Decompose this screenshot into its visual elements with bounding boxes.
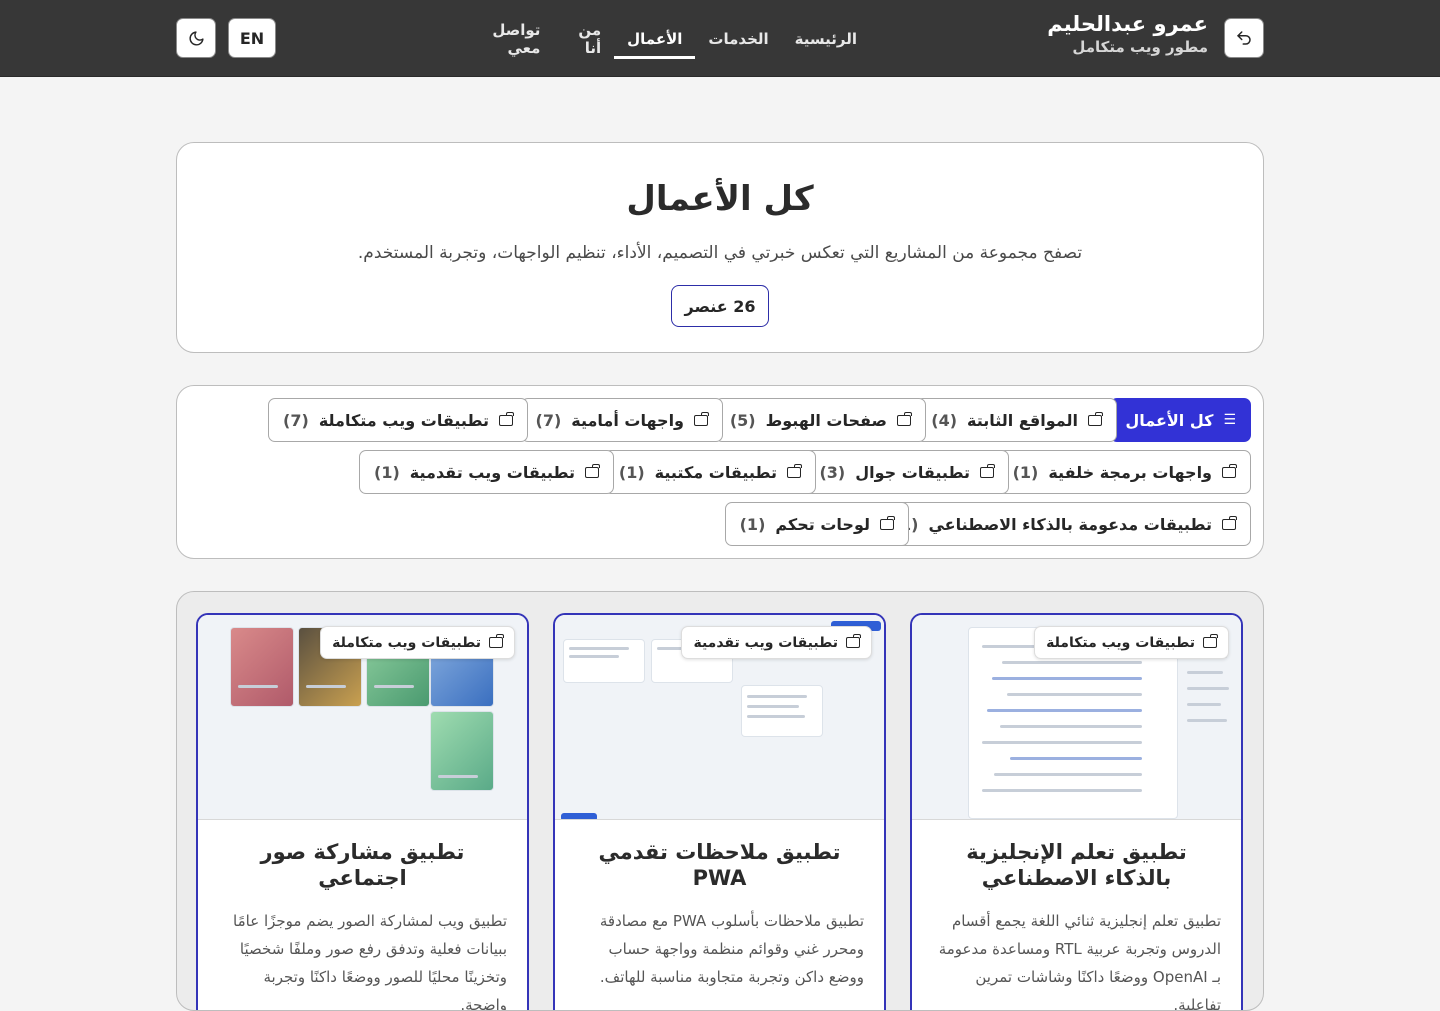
category-filters: ☰ كل الأعمال المواقع الثابتة (4) صفحات ا… — [176, 385, 1264, 559]
filter-label: واجهات برمجة خلفية — [1048, 462, 1212, 482]
filter-count: (7) — [535, 410, 562, 430]
category-label: تطبيقات ويب متكاملة — [332, 634, 481, 651]
project-card[interactable]: تطبيقات ويب تقدمية تطبيق ملاحظات تقدمي P… — [553, 613, 886, 1010]
filter-label: تطبيقات ويب تقدمية — [409, 462, 575, 482]
filter-static-sites[interactable]: المواقع الثابتة (4) — [916, 398, 1117, 442]
folder-icon — [880, 515, 895, 530]
folder-icon — [489, 634, 504, 648]
filter-mobile-apps[interactable]: تطبيقات جوال (3) — [804, 450, 1009, 494]
project-description: تطبيق تعلم إنجليزية ثنائي اللغة يجمع أقس… — [938, 912, 1221, 1011]
folder-icon — [1222, 463, 1237, 478]
filter-label: تطبيقات مكتبية — [654, 462, 777, 482]
filter-count: (1) — [374, 462, 400, 482]
filter-ai-apps[interactable]: تطبيقات مدعومة بالذكاء الاصطناعي (1) — [877, 502, 1251, 546]
filter-label: المواقع الثابتة — [967, 410, 1078, 430]
project-category-tag: تطبيقات ويب تقدمية — [681, 626, 872, 659]
filter-fullstack[interactable]: تطبيقات ويب متكاملة (7) — [268, 398, 528, 442]
filter-count: (1) — [739, 514, 766, 534]
filter-count: (5) — [729, 410, 756, 430]
intro-card: كل الأعمال تصفح مجموعة من المشاريع التي … — [176, 142, 1264, 353]
filter-desktop-apps[interactable]: تطبيقات مكتبية (1) — [603, 450, 816, 494]
filter-label: كل الأعمال — [1125, 410, 1214, 430]
brand-subtitle: مطور ويب متكامل — [1072, 38, 1208, 56]
filter-count: (1) — [618, 462, 645, 482]
folder-icon — [980, 463, 995, 478]
filter-label: واجهات أمامية — [571, 410, 684, 430]
filter-all[interactable]: ☰ كل الأعمال — [1110, 398, 1251, 442]
brand[interactable]: عمرو عبدالحليم مطور ويب متكامل — [1047, 12, 1208, 58]
filter-count: (3) — [819, 462, 846, 482]
folder-icon — [585, 463, 600, 478]
list-check-icon: ☰ — [1223, 412, 1236, 428]
filter-count: (1) — [1012, 462, 1039, 482]
undo-arrow-icon — [1237, 31, 1251, 45]
folder-icon — [897, 411, 912, 426]
top-header: عمرو عبدالحليم مطور ويب متكامل الرئيسية … — [0, 0, 1440, 77]
category-label: تطبيقات ويب متكاملة — [1046, 634, 1195, 651]
filter-label: تطبيقات ويب متكاملة — [318, 410, 489, 430]
filter-count: (4) — [931, 410, 958, 430]
project-title: تطبيق تعلم الإنجليزية بالذكاء الاصطناعي — [966, 840, 1187, 890]
filter-count: (7) — [283, 410, 309, 430]
filter-dashboards[interactable]: لوحات تحكم (1) — [724, 502, 909, 546]
filter-label: تطبيقات مدعومة بالذكاء الاصطناعي — [928, 514, 1212, 534]
project-category-tag: تطبيقات ويب متكاملة — [320, 626, 515, 659]
theme-toggle-button[interactable] — [176, 18, 216, 58]
main-nav: الرئيسية الخدمات الأعمال من أنا تواصل مع… — [460, 0, 870, 77]
project-description: تطبيق ملاحظات بأسلوب PWA مع مصادقة ومحرر… — [599, 912, 864, 986]
moon-icon — [189, 30, 204, 45]
filter-backend-apis[interactable]: واجهات برمجة خلفية (1) — [997, 450, 1251, 494]
nav-contact[interactable]: تواصل معي — [460, 0, 553, 77]
page-description: تصفح مجموعة من المشاريع التي تعكس خبرتي … — [357, 243, 1083, 263]
filter-label: لوحات تحكم — [775, 514, 870, 534]
nav-services[interactable]: الخدمات — [695, 0, 781, 77]
filter-frontend[interactable]: واجهات أمامية (7) — [520, 398, 723, 442]
filter-label: تطبيقات جوال — [855, 462, 970, 482]
project-card[interactable]: تطبيقات ويب متكاملة تطبيق مشاركة صور اجت… — [196, 613, 529, 1011]
project-title: تطبيق ملاحظات تقدمي PWA — [598, 840, 841, 890]
items-count-badge: 26 عنصر — [671, 285, 769, 327]
project-description: تطبيق ويب لمشاركة الصور يضم موجزًا عامًا… — [233, 912, 507, 1011]
projects-grid: تطبيقات ويب متكاملة تطبيق تعلم الإنجليزي… — [176, 591, 1264, 1011]
project-title: تطبيق مشاركة صور اجتماعي — [260, 840, 465, 890]
folder-icon — [1222, 515, 1237, 530]
category-label: تطبيقات ويب تقدمية — [693, 634, 838, 651]
filter-label: صفحات الهبوط — [765, 410, 887, 430]
back-button[interactable] — [1224, 18, 1264, 58]
filter-pwa[interactable]: تطبيقات ويب تقدمية (1) — [359, 450, 614, 494]
folder-icon — [499, 411, 514, 426]
filter-landing-pages[interactable]: صفحات الهبوط (5) — [714, 398, 926, 442]
folder-icon — [787, 463, 802, 478]
folder-icon — [694, 411, 709, 426]
nav-about[interactable]: من أنا — [553, 0, 614, 77]
nav-home[interactable]: الرئيسية — [782, 0, 870, 77]
folder-icon — [1203, 634, 1218, 648]
folder-icon — [846, 634, 861, 648]
project-category-tag: تطبيقات ويب متكاملة — [1034, 626, 1229, 659]
folder-icon — [1088, 411, 1103, 426]
nav-works[interactable]: الأعمال — [614, 0, 696, 77]
language-toggle-button[interactable]: EN — [228, 18, 276, 58]
brand-name: عمرو عبدالحليم — [1047, 12, 1208, 36]
page-title: كل الأعمال — [626, 179, 814, 219]
project-card[interactable]: تطبيقات ويب متكاملة تطبيق تعلم الإنجليزي… — [910, 613, 1243, 1011]
